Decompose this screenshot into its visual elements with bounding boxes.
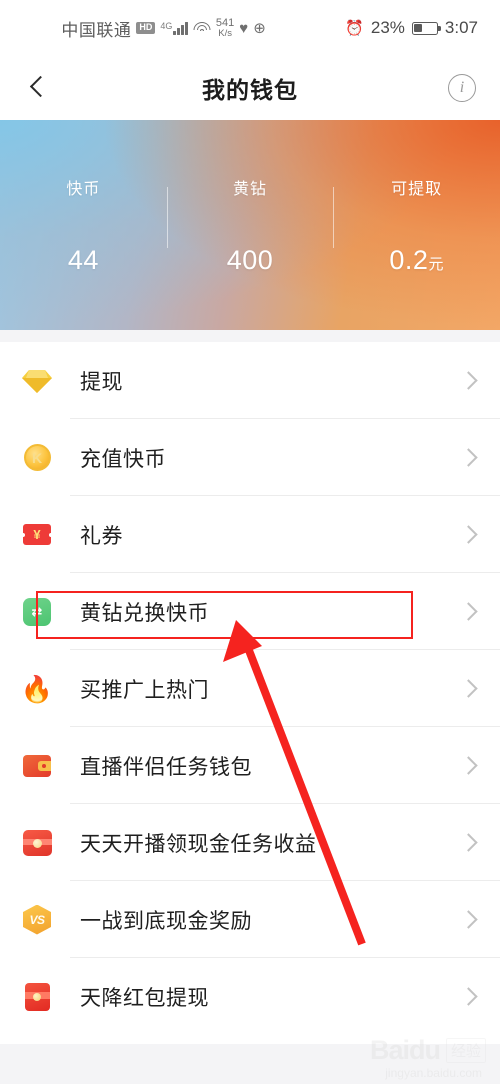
network-speed-icon: 541 K/s <box>216 17 234 39</box>
watermark: Baidu 经验 <box>370 1035 486 1066</box>
list-item-recharge-kuaibi[interactable]: K 充值快币 <box>0 419 500 496</box>
chevron-right-icon <box>462 682 476 696</box>
list-item-vs-cash-reward[interactable]: VS 一战到底现金奖励 <box>0 881 500 958</box>
flame-icon: 🔥 <box>20 673 54 704</box>
chevron-right-icon <box>462 374 476 388</box>
red-envelope-icon <box>22 982 52 1012</box>
back-icon[interactable] <box>24 73 54 103</box>
chevron-right-icon <box>462 836 476 850</box>
balance-value: 44 <box>67 244 99 275</box>
chevron-right-icon <box>462 605 476 619</box>
clock-label: 3:07 <box>444 18 478 37</box>
balance-column-kuaibi[interactable]: 快币 44 <box>0 175 167 276</box>
chevron-right-icon <box>462 451 476 465</box>
list-item-label: 黄钻兑换快币 <box>80 601 209 625</box>
list-item-live-companion-wallet[interactable]: 直播伴侣任务钱包 <box>0 727 500 804</box>
balance-label: 黄钻 <box>233 180 268 198</box>
vs-glyph: VS <box>23 904 51 935</box>
list-item-label: 提现 <box>80 370 123 394</box>
wifi-icon <box>193 21 211 35</box>
list-item-exchange-diamonds[interactable]: ⇄ 黄钻兑换快币 <box>0 573 500 650</box>
k-coin-glyph: K <box>23 444 51 471</box>
diamond-icon <box>22 366 52 396</box>
flame-glyph: 🔥 <box>20 673 54 704</box>
chevron-right-icon <box>462 528 476 542</box>
wallet-icon <box>22 751 52 781</box>
globe-icon: ⊕ <box>253 20 266 37</box>
list-item-buy-promotion[interactable]: 🔥 买推广上热门 <box>0 650 500 727</box>
list-item-label: 买推广上热门 <box>80 678 209 702</box>
gift-box-icon <box>22 828 52 858</box>
list-item-label: 直播伴侣任务钱包 <box>80 755 252 779</box>
balance-label: 可提取 <box>391 180 443 198</box>
heart-icon: ♥ <box>239 19 249 37</box>
list-item-label: 礼券 <box>80 524 123 548</box>
status-bar-left: 中国联通 HD 4G 541 K/s ♥ ⊕ <box>0 16 345 41</box>
k-coin-icon: K <box>22 443 52 473</box>
signal-strength-icon <box>173 21 188 35</box>
network-type-label: 4G <box>160 21 173 31</box>
carrier-label: 中国联通 <box>61 20 132 40</box>
ticket-glyph: ¥ <box>21 524 53 545</box>
page-title: 我的钱包 <box>202 77 298 103</box>
nav-bar: 我的钱包 i <box>0 56 500 120</box>
vs-badge-icon: VS <box>22 904 52 935</box>
signal-bars-icon: 4G <box>160 21 188 35</box>
ticket-icon: ¥ <box>21 520 53 550</box>
network-speed-unit: K/s <box>218 27 232 39</box>
section-divider <box>0 330 500 342</box>
watermark-badge: 经验 <box>445 1038 486 1063</box>
exchange-glyph: ⇄ <box>23 597 51 626</box>
watermark-url: jingyan.baidu.com <box>385 1066 482 1080</box>
balance-label: 快币 <box>66 180 101 198</box>
list-item-label: 天天开播领现金任务收益 <box>80 832 317 856</box>
battery-icon <box>411 21 441 35</box>
list-item-label: 天降红包提现 <box>80 986 209 1010</box>
info-icon[interactable]: i <box>448 74 476 102</box>
balance-column-huangzuan[interactable]: 黄钻 400 <box>166 175 334 276</box>
exchange-icon: ⇄ <box>22 597 52 627</box>
balance-card: 快币 44 黄钻 400 可提取 0.2元 <box>0 120 500 330</box>
wallet-menu-list: 提现 K 充值快币 ¥ 礼券 ⇄ 黄钻兑换快币 🔥 买推广上热门 直播伴侣任务钱… <box>0 342 500 1035</box>
battery-percent-label: 23% <box>370 18 405 37</box>
chevron-right-icon <box>462 913 476 927</box>
status-bar: 中国联通 HD 4G 541 K/s ♥ ⊕ ⏰ 23% 3:07 <box>0 0 500 56</box>
alarm-icon: ⏰ <box>345 20 364 37</box>
list-item-gift-voucher[interactable]: ¥ 礼券 <box>0 496 500 573</box>
balance-value: 400 <box>226 244 274 275</box>
list-item-red-envelope-withdraw[interactable]: 天降红包提现 <box>0 958 500 1035</box>
list-item-withdraw[interactable]: 提现 <box>0 342 500 419</box>
chevron-right-icon <box>462 990 476 1004</box>
watermark-brand: Baidu <box>369 1035 441 1065</box>
balance-column-withdrawable[interactable]: 可提取 0.2元 <box>333 175 500 276</box>
chevron-right-icon <box>462 759 476 773</box>
list-item-label: 充值快币 <box>80 447 166 471</box>
hd-icon: HD <box>136 22 156 34</box>
balance-value: 0.2元 <box>389 244 444 275</box>
status-bar-right: ⏰ 23% 3:07 <box>345 18 478 38</box>
list-item-label: 一战到底现金奖励 <box>80 909 252 933</box>
list-item-daily-cash-task[interactable]: 天天开播领现金任务收益 <box>0 804 500 881</box>
